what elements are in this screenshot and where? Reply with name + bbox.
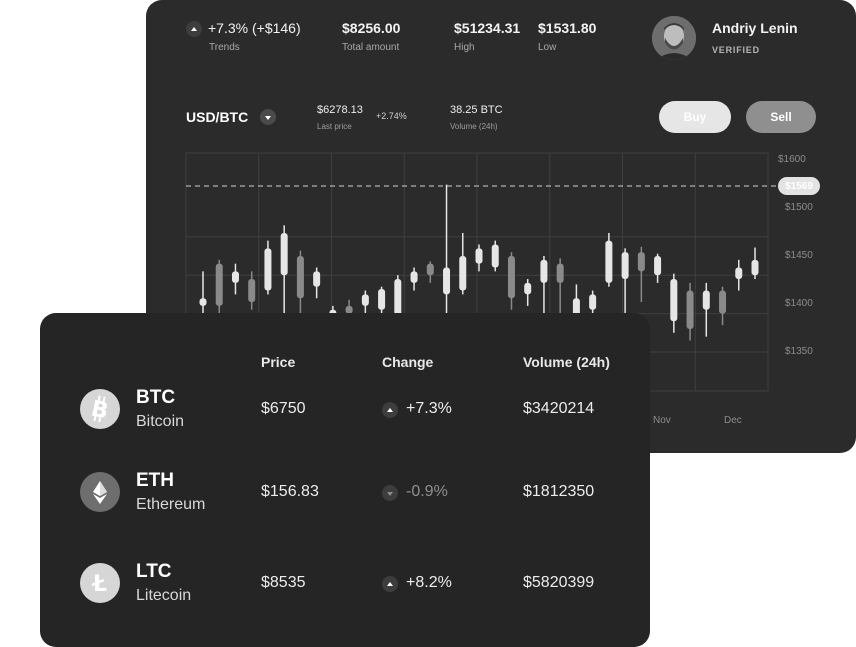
candle-body <box>491 244 499 268</box>
candle-body <box>637 252 645 272</box>
candle-body <box>735 267 743 280</box>
y-tick-label: $1350 <box>785 346 813 357</box>
coin-price: $6750 <box>261 400 306 417</box>
candle-body <box>231 271 239 283</box>
candle-body <box>248 279 256 303</box>
table-row[interactable]: B BTC Bitcoin $6750 +7.3% $3420214 <box>40 375 650 453</box>
coin-symbol: BTC <box>136 387 176 408</box>
change-down-icon <box>382 485 398 501</box>
candle-body <box>702 290 710 310</box>
candle-body <box>264 248 272 291</box>
candle-body <box>751 259 759 276</box>
bitcoin-icon: B <box>80 389 120 429</box>
candle-body <box>426 263 434 276</box>
coin-change: +8.2% <box>406 574 452 591</box>
candle-body <box>313 271 321 287</box>
y-tick-label: $1500 <box>785 202 813 213</box>
change-up-icon <box>382 576 398 592</box>
coin-volume: $5820399 <box>523 574 595 591</box>
candle-body <box>280 232 288 276</box>
coin-price: $156.83 <box>261 483 319 500</box>
candle-body <box>475 248 483 264</box>
x-tick-label: Nov <box>653 415 671 426</box>
table-row[interactable]: ETH Ethereum $156.83 -0.9% $1812350 <box>40 458 650 536</box>
ethereum-icon <box>80 472 120 512</box>
candle-body <box>507 256 515 299</box>
coin-name: Bitcoin <box>136 413 185 430</box>
change-up-icon <box>382 402 398 418</box>
coin-name: Ethereum <box>136 496 206 513</box>
coin-symbol: ETH <box>136 470 174 491</box>
column-header-volume: Volume (24h) <box>523 354 610 370</box>
candle-body <box>199 298 207 306</box>
y-tick-label: $1600 <box>778 154 806 165</box>
column-header-change: Change <box>382 354 434 370</box>
coin-volume: $3420214 <box>523 400 595 417</box>
current-price-marker: $1569 <box>778 177 820 195</box>
coin-change: -0.9% <box>406 483 448 500</box>
candle-body <box>296 256 304 299</box>
y-tick-label: $1400 <box>785 298 813 309</box>
coin-price: $8535 <box>261 574 306 591</box>
candle-body <box>410 271 418 283</box>
candle-body <box>556 263 564 283</box>
candle-body <box>215 263 223 306</box>
candle-body <box>719 290 727 314</box>
candle-body <box>621 252 629 280</box>
candle-body <box>686 290 694 329</box>
candle-body <box>361 294 369 306</box>
candle-body <box>605 240 613 283</box>
candle-body <box>589 294 597 310</box>
table-row[interactable]: L LTC Litecoin $8535 +8.2% $5820399 <box>40 549 650 627</box>
candle-body <box>443 267 451 295</box>
coin-table: Price Change Volume (24h) B BTC Bitcoin … <box>40 313 650 647</box>
x-tick-label: Dec <box>724 415 742 426</box>
candle-body <box>524 282 532 295</box>
candle-body <box>540 259 548 283</box>
coin-change: +7.3% <box>406 400 452 417</box>
litecoin-icon: L <box>80 563 120 603</box>
coin-symbol: LTC <box>136 561 172 582</box>
coin-volume: $1812350 <box>523 483 595 500</box>
candle-body <box>378 289 386 310</box>
candle-body <box>670 279 678 322</box>
y-tick-label: $1450 <box>785 250 813 261</box>
column-header-price: Price <box>261 354 296 370</box>
candle-body <box>654 256 662 276</box>
candle-body <box>459 256 467 291</box>
coin-name: Litecoin <box>136 587 192 604</box>
